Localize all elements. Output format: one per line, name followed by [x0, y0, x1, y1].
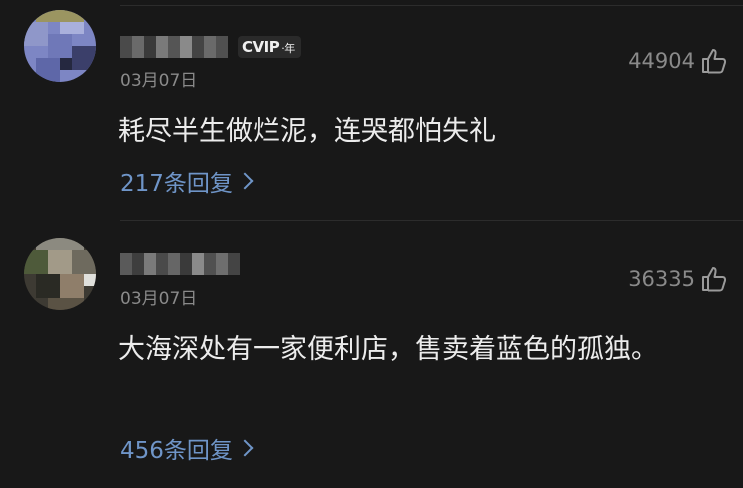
vip-badge-prefix: C — [242, 38, 253, 56]
avatar[interactable] — [24, 10, 96, 82]
chevron-right-icon — [236, 172, 254, 190]
chevron-right-icon — [236, 439, 254, 457]
username-blurred[interactable] — [120, 253, 240, 275]
thumb-up-icon — [702, 49, 727, 74]
view-replies-link[interactable]: 456条回复 — [120, 431, 254, 465]
thumb-up-icon — [702, 267, 727, 292]
like-count: 36335 — [628, 267, 695, 291]
comment-content: 耗尽半生做烂泥，连哭都怕失礼 — [118, 116, 496, 147]
reply-count: 217条回复 — [120, 171, 233, 197]
like-button[interactable]: 36335 — [628, 264, 729, 294]
view-replies-link[interactable]: 217条回复 — [120, 164, 254, 198]
like-button[interactable]: 44904 — [628, 46, 729, 76]
comment-content: 大海深处有一家便利店，售卖着蓝色的孤独。 — [118, 334, 658, 365]
username-blurred[interactable] — [120, 36, 228, 58]
like-count: 44904 — [628, 49, 695, 73]
comment-date: 03月07日 — [120, 289, 198, 309]
comment-date: 03月07日 — [120, 71, 198, 91]
comment-item: 03月07日 36335 大海深处有一家便利店，售卖着蓝色的孤独。 456条回复 — [0, 221, 743, 488]
comment-item: CVIP ·年 03月07日 44904 耗尽半生做烂泥，连哭都怕失礼 217条回… — [0, 0, 743, 220]
vip-badge-year: ·年 — [281, 42, 295, 55]
vip-badge-text: VIP — [252, 38, 280, 56]
vip-badge: CVIP ·年 — [238, 36, 301, 58]
reply-count: 456条回复 — [120, 438, 233, 464]
avatar[interactable] — [24, 238, 96, 310]
